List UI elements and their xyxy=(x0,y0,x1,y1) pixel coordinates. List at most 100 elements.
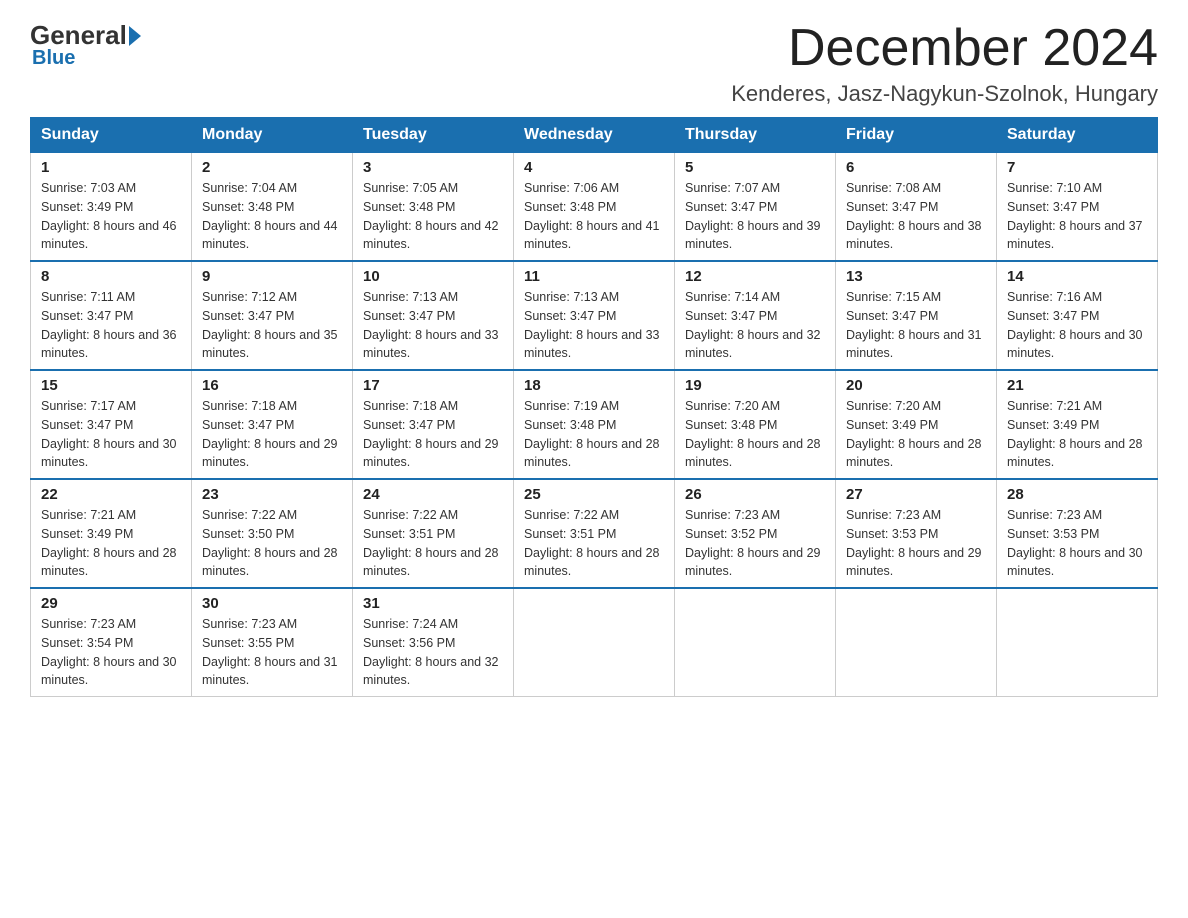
day-info: Sunrise: 7:15 AMSunset: 3:47 PMDaylight:… xyxy=(846,290,982,360)
calendar-cell: 11 Sunrise: 7:13 AMSunset: 3:47 PMDaylig… xyxy=(514,261,675,370)
calendar-cell: 29 Sunrise: 7:23 AMSunset: 3:54 PMDaylig… xyxy=(31,588,192,697)
calendar-cell: 30 Sunrise: 7:23 AMSunset: 3:55 PMDaylig… xyxy=(192,588,353,697)
day-number: 30 xyxy=(202,595,342,612)
day-info: Sunrise: 7:21 AMSunset: 3:49 PMDaylight:… xyxy=(41,508,177,578)
calendar-cell: 21 Sunrise: 7:21 AMSunset: 3:49 PMDaylig… xyxy=(997,370,1158,479)
calendar-cell: 26 Sunrise: 7:23 AMSunset: 3:52 PMDaylig… xyxy=(675,479,836,588)
day-number: 29 xyxy=(41,595,181,612)
day-number: 31 xyxy=(363,595,503,612)
day-info: Sunrise: 7:23 AMSunset: 3:53 PMDaylight:… xyxy=(1007,508,1143,578)
day-info: Sunrise: 7:23 AMSunset: 3:53 PMDaylight:… xyxy=(846,508,982,578)
day-info: Sunrise: 7:07 AMSunset: 3:47 PMDaylight:… xyxy=(685,181,821,251)
day-info: Sunrise: 7:18 AMSunset: 3:47 PMDaylight:… xyxy=(202,399,338,469)
day-number: 18 xyxy=(524,377,664,394)
col-header-monday: Monday xyxy=(192,118,353,153)
calendar-week-row: 29 Sunrise: 7:23 AMSunset: 3:54 PMDaylig… xyxy=(31,588,1158,697)
calendar-cell xyxy=(675,588,836,697)
day-number: 24 xyxy=(363,486,503,503)
calendar-cell: 12 Sunrise: 7:14 AMSunset: 3:47 PMDaylig… xyxy=(675,261,836,370)
day-number: 26 xyxy=(685,486,825,503)
calendar-cell: 27 Sunrise: 7:23 AMSunset: 3:53 PMDaylig… xyxy=(836,479,997,588)
day-info: Sunrise: 7:23 AMSunset: 3:54 PMDaylight:… xyxy=(41,617,177,687)
day-info: Sunrise: 7:19 AMSunset: 3:48 PMDaylight:… xyxy=(524,399,660,469)
day-info: Sunrise: 7:22 AMSunset: 3:51 PMDaylight:… xyxy=(363,508,499,578)
day-info: Sunrise: 7:14 AMSunset: 3:47 PMDaylight:… xyxy=(685,290,821,360)
day-number: 9 xyxy=(202,268,342,285)
calendar-week-row: 22 Sunrise: 7:21 AMSunset: 3:49 PMDaylig… xyxy=(31,479,1158,588)
day-info: Sunrise: 7:13 AMSunset: 3:47 PMDaylight:… xyxy=(524,290,660,360)
day-info: Sunrise: 7:08 AMSunset: 3:47 PMDaylight:… xyxy=(846,181,982,251)
day-number: 20 xyxy=(846,377,986,394)
day-number: 5 xyxy=(685,159,825,176)
calendar-cell: 6 Sunrise: 7:08 AMSunset: 3:47 PMDayligh… xyxy=(836,153,997,262)
day-number: 21 xyxy=(1007,377,1147,394)
col-header-thursday: Thursday xyxy=(675,118,836,153)
calendar-cell: 24 Sunrise: 7:22 AMSunset: 3:51 PMDaylig… xyxy=(353,479,514,588)
day-number: 6 xyxy=(846,159,986,176)
day-number: 12 xyxy=(685,268,825,285)
day-info: Sunrise: 7:22 AMSunset: 3:50 PMDaylight:… xyxy=(202,508,338,578)
calendar-cell: 7 Sunrise: 7:10 AMSunset: 3:47 PMDayligh… xyxy=(997,153,1158,262)
day-number: 8 xyxy=(41,268,181,285)
day-number: 27 xyxy=(846,486,986,503)
day-number: 22 xyxy=(41,486,181,503)
calendar-cell xyxy=(997,588,1158,697)
day-number: 2 xyxy=(202,159,342,176)
day-number: 25 xyxy=(524,486,664,503)
calendar-cell: 31 Sunrise: 7:24 AMSunset: 3:56 PMDaylig… xyxy=(353,588,514,697)
day-info: Sunrise: 7:22 AMSunset: 3:51 PMDaylight:… xyxy=(524,508,660,578)
calendar-cell: 20 Sunrise: 7:20 AMSunset: 3:49 PMDaylig… xyxy=(836,370,997,479)
day-number: 23 xyxy=(202,486,342,503)
calendar-cell: 18 Sunrise: 7:19 AMSunset: 3:48 PMDaylig… xyxy=(514,370,675,479)
day-number: 16 xyxy=(202,377,342,394)
day-number: 17 xyxy=(363,377,503,394)
month-title: December 2024 xyxy=(731,20,1158,77)
logo-triangle-icon xyxy=(129,26,141,46)
day-info: Sunrise: 7:05 AMSunset: 3:48 PMDaylight:… xyxy=(363,181,499,251)
day-number: 4 xyxy=(524,159,664,176)
calendar-cell: 19 Sunrise: 7:20 AMSunset: 3:48 PMDaylig… xyxy=(675,370,836,479)
calendar-cell: 10 Sunrise: 7:13 AMSunset: 3:47 PMDaylig… xyxy=(353,261,514,370)
col-header-tuesday: Tuesday xyxy=(353,118,514,153)
day-number: 3 xyxy=(363,159,503,176)
calendar-cell: 25 Sunrise: 7:22 AMSunset: 3:51 PMDaylig… xyxy=(514,479,675,588)
day-number: 11 xyxy=(524,268,664,285)
calendar-week-row: 1 Sunrise: 7:03 AMSunset: 3:49 PMDayligh… xyxy=(31,153,1158,262)
col-header-saturday: Saturday xyxy=(997,118,1158,153)
calendar-cell: 15 Sunrise: 7:17 AMSunset: 3:47 PMDaylig… xyxy=(31,370,192,479)
page-header: General Blue December 2024 Kenderes, Jas… xyxy=(30,20,1158,107)
day-info: Sunrise: 7:23 AMSunset: 3:52 PMDaylight:… xyxy=(685,508,821,578)
calendar-week-row: 15 Sunrise: 7:17 AMSunset: 3:47 PMDaylig… xyxy=(31,370,1158,479)
logo: General Blue xyxy=(30,20,143,70)
calendar-cell: 9 Sunrise: 7:12 AMSunset: 3:47 PMDayligh… xyxy=(192,261,353,370)
calendar-cell xyxy=(836,588,997,697)
calendar-cell: 16 Sunrise: 7:18 AMSunset: 3:47 PMDaylig… xyxy=(192,370,353,479)
day-number: 13 xyxy=(846,268,986,285)
day-number: 1 xyxy=(41,159,181,176)
calendar-cell: 5 Sunrise: 7:07 AMSunset: 3:47 PMDayligh… xyxy=(675,153,836,262)
day-number: 19 xyxy=(685,377,825,394)
calendar-cell: 23 Sunrise: 7:22 AMSunset: 3:50 PMDaylig… xyxy=(192,479,353,588)
col-header-sunday: Sunday xyxy=(31,118,192,153)
title-block: December 2024 Kenderes, Jasz-Nagykun-Szo… xyxy=(731,20,1158,107)
day-info: Sunrise: 7:20 AMSunset: 3:48 PMDaylight:… xyxy=(685,399,821,469)
calendar-cell: 22 Sunrise: 7:21 AMSunset: 3:49 PMDaylig… xyxy=(31,479,192,588)
day-info: Sunrise: 7:13 AMSunset: 3:47 PMDaylight:… xyxy=(363,290,499,360)
day-number: 28 xyxy=(1007,486,1147,503)
day-info: Sunrise: 7:10 AMSunset: 3:47 PMDaylight:… xyxy=(1007,181,1143,251)
day-info: Sunrise: 7:23 AMSunset: 3:55 PMDaylight:… xyxy=(202,617,338,687)
calendar-cell: 3 Sunrise: 7:05 AMSunset: 3:48 PMDayligh… xyxy=(353,153,514,262)
day-info: Sunrise: 7:20 AMSunset: 3:49 PMDaylight:… xyxy=(846,399,982,469)
day-info: Sunrise: 7:12 AMSunset: 3:47 PMDaylight:… xyxy=(202,290,338,360)
day-info: Sunrise: 7:04 AMSunset: 3:48 PMDaylight:… xyxy=(202,181,338,251)
day-info: Sunrise: 7:17 AMSunset: 3:47 PMDaylight:… xyxy=(41,399,177,469)
calendar-header-row: SundayMondayTuesdayWednesdayThursdayFrid… xyxy=(31,118,1158,153)
day-number: 15 xyxy=(41,377,181,394)
calendar-cell xyxy=(514,588,675,697)
day-info: Sunrise: 7:11 AMSunset: 3:47 PMDaylight:… xyxy=(41,290,177,360)
day-number: 10 xyxy=(363,268,503,285)
location-title: Kenderes, Jasz-Nagykun-Szolnok, Hungary xyxy=(731,81,1158,107)
day-number: 14 xyxy=(1007,268,1147,285)
calendar-cell: 14 Sunrise: 7:16 AMSunset: 3:47 PMDaylig… xyxy=(997,261,1158,370)
calendar-cell: 1 Sunrise: 7:03 AMSunset: 3:49 PMDayligh… xyxy=(31,153,192,262)
